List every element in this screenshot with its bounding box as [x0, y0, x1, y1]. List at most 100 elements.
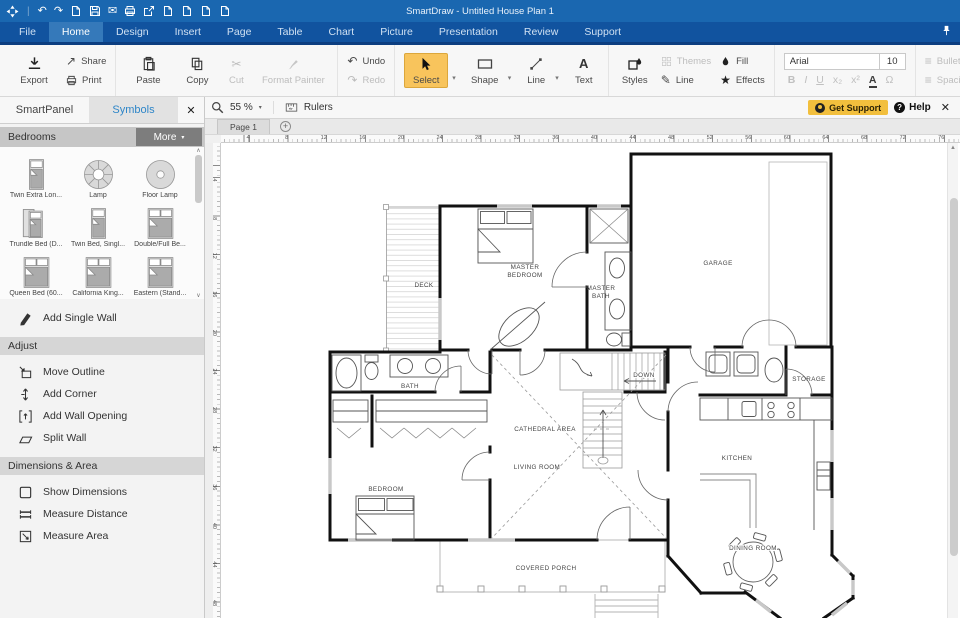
- redo-icon[interactable]: ↷: [54, 6, 63, 17]
- subscript-button[interactable]: x₂: [833, 74, 842, 86]
- cut-button[interactable]: ✂ Cut: [223, 55, 249, 86]
- vertical-scrollbar[interactable]: ▲: [947, 143, 958, 618]
- undo-button[interactable]: ↶Undo: [347, 55, 385, 67]
- menu-item[interactable]: Presentation: [426, 22, 511, 42]
- symbol-scrollbar[interactable]: ∧ ∨: [194, 147, 203, 299]
- print-icon[interactable]: [124, 5, 136, 17]
- italic-button[interactable]: I: [804, 74, 807, 86]
- format-painter-button[interactable]: Format Painter: [258, 55, 328, 86]
- doc-export-icon-2[interactable]: [181, 5, 193, 17]
- menu-item[interactable]: Review: [511, 22, 571, 42]
- font-family-input[interactable]: [784, 53, 880, 70]
- fill-button[interactable]: Fill: [720, 55, 765, 67]
- floor-plan[interactable]: MASTER BEDROOM DECK GARAGE MASTER BATH B…: [221, 143, 960, 618]
- canvas-close-icon[interactable]: ✕: [941, 101, 950, 114]
- symbol-twin-bed[interactable]: Twin Bed, Singl...: [67, 199, 129, 248]
- tab-smartpanel[interactable]: SmartPanel: [0, 97, 89, 123]
- export-icon[interactable]: [143, 5, 155, 17]
- add-corner-button[interactable]: Add Corner: [0, 383, 204, 405]
- help-button[interactable]: ? Help: [894, 102, 931, 113]
- undo-icon[interactable]: ↶: [38, 6, 47, 17]
- bold-button[interactable]: B: [788, 74, 796, 86]
- print-button[interactable]: Print: [66, 74, 106, 86]
- more-button[interactable]: More▾: [136, 128, 202, 146]
- redo-button[interactable]: ↷Redo: [347, 74, 385, 86]
- themes-button[interactable]: Themes: [661, 55, 711, 67]
- scroll-up-icon[interactable]: ∧: [196, 147, 200, 154]
- bullet-button[interactable]: ≡Bullet: [925, 55, 960, 67]
- font-size-input[interactable]: [880, 53, 906, 70]
- panel-close-icon[interactable]: ✕: [178, 97, 204, 123]
- paste-button[interactable]: Paste: [125, 55, 171, 86]
- zoom-caret-icon[interactable]: ▾: [259, 104, 262, 111]
- menu-item[interactable]: File: [6, 22, 49, 42]
- symbol-queen-bed[interactable]: Queen Bed (60...: [5, 248, 67, 297]
- add-wall-opening-button[interactable]: Add Wall Opening: [0, 405, 204, 427]
- copy-button[interactable]: Copy: [180, 55, 214, 86]
- split-wall-button[interactable]: Split Wall: [0, 427, 204, 449]
- doc-export-icon-4[interactable]: [219, 5, 231, 17]
- select-button[interactable]: Select: [407, 55, 445, 86]
- line-dropdown-caret[interactable]: ▾: [555, 74, 559, 82]
- page-tab-1[interactable]: Page 1: [217, 119, 270, 134]
- symbol-california-king[interactable]: California King...: [67, 248, 129, 297]
- menu-item[interactable]: Page: [214, 22, 265, 42]
- scroll-down-icon[interactable]: ∨: [196, 292, 200, 299]
- move-outline-button[interactable]: Move Outline: [0, 361, 204, 383]
- cursor-icon: [419, 57, 433, 71]
- insert-symbol-button[interactable]: Ω: [886, 74, 894, 86]
- menu-item[interactable]: Table: [264, 22, 315, 42]
- zoom-level[interactable]: 55 %: [230, 102, 253, 113]
- rulers-checkbox-icon[interactable]: [285, 101, 298, 114]
- spacing-icon: ≡: [925, 74, 932, 86]
- add-corner-icon: [18, 387, 33, 402]
- scrollbar-up-icon[interactable]: ▲: [948, 143, 958, 154]
- measure-area-button[interactable]: Measure Area: [0, 525, 204, 547]
- styles-button[interactable]: Styles: [618, 55, 652, 86]
- email-icon[interactable]: ✉: [108, 6, 117, 17]
- superscript-button[interactable]: x²: [851, 74, 860, 86]
- doc-export-icon-1[interactable]: [162, 5, 174, 17]
- menu-item[interactable]: Insert: [162, 22, 214, 42]
- menu-item[interactable]: Support: [571, 22, 634, 42]
- scrollbar-thumb[interactable]: [195, 155, 202, 203]
- share-button[interactable]: ↗Share: [66, 55, 106, 67]
- menu-item[interactable]: Chart: [316, 22, 368, 42]
- symbol-double-full-bed[interactable]: Double/Full Be...: [129, 199, 191, 248]
- show-dimensions-button[interactable]: Show Dimensions: [0, 481, 204, 503]
- measure-distance-button[interactable]: Measure Distance: [0, 503, 204, 525]
- menu-item[interactable]: Home: [49, 22, 103, 42]
- symbol-category-bar: Bedrooms More▾: [0, 127, 204, 147]
- save-icon[interactable]: [89, 5, 101, 17]
- effects-button[interactable]: ★Effects: [720, 74, 765, 86]
- get-support-button[interactable]: Get Support: [808, 100, 888, 115]
- shape-dropdown-caret[interactable]: ▾: [508, 74, 512, 82]
- text-button[interactable]: A Text: [569, 55, 599, 86]
- export-button[interactable]: Export: [11, 55, 57, 86]
- drawing-page[interactable]: MASTER BEDROOM DECK GARAGE MASTER BATH B…: [221, 143, 960, 618]
- zoom-magnifier-icon[interactable]: [211, 101, 224, 114]
- underline-button[interactable]: U: [816, 74, 824, 86]
- add-single-wall-button[interactable]: Add Single Wall: [0, 307, 204, 329]
- menu-item[interactable]: Picture: [367, 22, 426, 42]
- tab-symbols[interactable]: Symbols: [89, 97, 178, 123]
- symbol-eastern-standard[interactable]: Eastern (Stand...: [129, 248, 191, 297]
- line-button[interactable]: Line: [521, 55, 551, 86]
- pin-icon[interactable]: [941, 25, 952, 39]
- add-page-button[interactable]: +: [280, 121, 291, 132]
- spacing-button[interactable]: ≡Spacing: [925, 74, 960, 86]
- new-document-icon[interactable]: [70, 5, 82, 17]
- select-tool-active: Select: [404, 53, 448, 88]
- symbol-lamp[interactable]: Lamp: [67, 150, 129, 199]
- scrollbar-thumb[interactable]: [950, 198, 958, 556]
- font-color-button[interactable]: A: [869, 74, 877, 88]
- symbol-floor-lamp[interactable]: Floor Lamp: [129, 150, 191, 199]
- symbol-twin-extra-long[interactable]: Twin Extra Lon...: [5, 150, 67, 199]
- menu-item[interactable]: Design: [103, 22, 162, 42]
- symbol-trundle-bed[interactable]: Trundle Bed (D...: [5, 199, 67, 248]
- line-style-button[interactable]: ✎Line: [661, 74, 711, 86]
- shape-button[interactable]: Shape: [466, 55, 504, 86]
- rulers-label[interactable]: Rulers: [304, 102, 333, 113]
- doc-export-icon-3[interactable]: [200, 5, 212, 17]
- select-dropdown-caret[interactable]: ▾: [452, 74, 456, 82]
